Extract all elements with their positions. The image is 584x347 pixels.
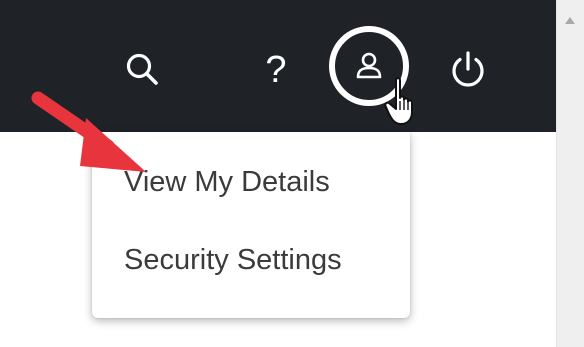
- menu-item-view-my-details[interactable]: View My Details: [124, 168, 330, 197]
- power-icon: [452, 51, 484, 87]
- help-icon: ?: [265, 49, 287, 91]
- hand-pointer-cursor-icon: [384, 77, 413, 125]
- top-navigation-bar: ?: [0, 0, 556, 132]
- scroll-up-arrow-icon[interactable]: [565, 17, 575, 24]
- vertical-scrollbar[interactable]: [556, 0, 584, 347]
- user-icon: [356, 52, 382, 79]
- search-button[interactable]: [118, 45, 168, 95]
- search-icon: [126, 53, 158, 85]
- user-menu-dropdown: View My Details Security Settings: [92, 132, 410, 318]
- screenshot-stage: ? View My Details Security Settings: [0, 0, 584, 347]
- help-button[interactable]: ?: [252, 40, 300, 100]
- logout-button[interactable]: [440, 42, 496, 98]
- menu-item-security-settings[interactable]: Security Settings: [124, 246, 342, 275]
